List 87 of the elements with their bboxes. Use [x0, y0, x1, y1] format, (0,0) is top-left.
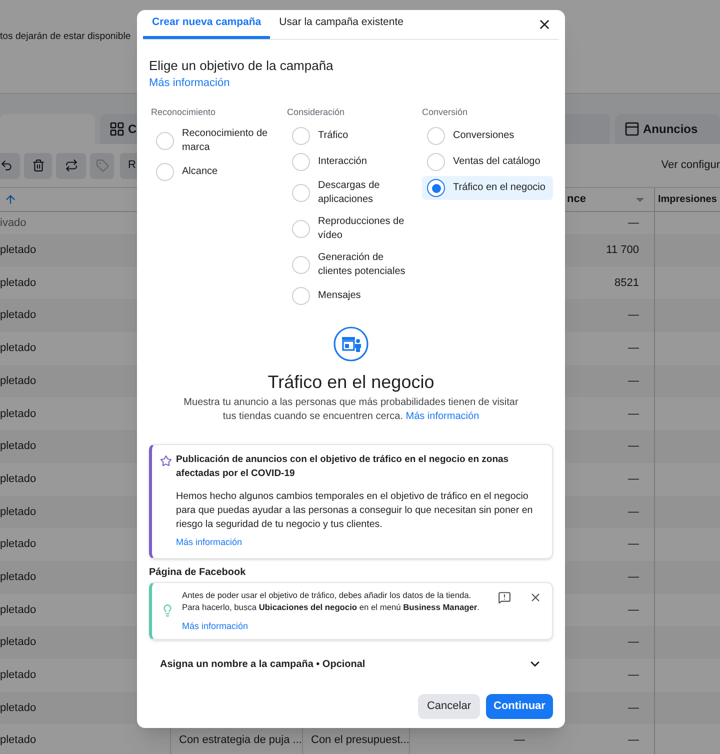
- status-text: pletado: [0, 570, 36, 585]
- tip-text: Antes de poder usar el objetivo de tráfico, debes añadir los datos de la tienda. Para hacerlo, busca Ubicaciones del negocio en el menú Business Manager.: [182, 588, 480, 612]
- swap-button[interactable]: [56, 152, 86, 178]
- objective-option[interactable]: Reconocimiento de marca: [151, 124, 285, 158]
- dialog-tab[interactable]: Usar la campaña existente: [270, 9, 412, 39]
- swap-icon: [64, 159, 78, 172]
- status-text: ivado: [0, 216, 26, 231]
- learn-more-link[interactable]: Más información: [182, 620, 248, 633]
- lightbulb-icon: [161, 604, 174, 616]
- objective-option[interactable]: Conversiones: [422, 124, 553, 148]
- status-text: pletado: [0, 602, 36, 618]
- objective-title: Tráfico en el negocio: [268, 371, 434, 393]
- objective-option[interactable]: Descargas de aplicaciones: [287, 176, 420, 210]
- status-text: pletado: [0, 504, 36, 520]
- notice-body: Hemos hecho algunos cambios temporales en el objetivo de tráfico en el negocio para que puedas ayudar a las personas a conseguir lo que necesitan sin poner en riesgo la seguridad de tu negocio y tus clientes.: [176, 490, 534, 532]
- campaign-name-expander[interactable]: Asigna un nombre a la campaña • Opcional: [149, 652, 553, 676]
- table-cell-text: —: [628, 537, 639, 552]
- learn-more-link[interactable]: Más información: [406, 411, 480, 422]
- table-cell-text: 8521: [614, 276, 639, 291]
- feedback-icon[interactable]: [498, 590, 511, 604]
- status-text: pletado: [0, 341, 36, 356]
- table-cell-text: —: [628, 635, 639, 650]
- objective-option[interactable]: Interacción: [287, 150, 420, 174]
- category-heading: Conversión: [422, 106, 469, 118]
- view-settings-link[interactable]: Ver configur: [661, 157, 720, 174]
- continue-button[interactable]: Continuar: [486, 694, 553, 719]
- table-cell-text: —: [628, 602, 639, 618]
- table-cell-text: —: [628, 341, 639, 356]
- objective-option[interactable]: Ventas del catálogo: [422, 150, 553, 174]
- undo-icon: [0, 159, 13, 172]
- table-cell-text: —: [628, 216, 639, 231]
- status-text: pletado: [0, 406, 36, 422]
- status-text: pletado: [0, 537, 36, 552]
- sort-caret-icon: [636, 198, 644, 202]
- status-text: pletado: [0, 276, 36, 291]
- learn-more-link[interactable]: Más información: [176, 536, 242, 550]
- undo-button[interactable]: [0, 152, 20, 178]
- table-cell-text: —: [628, 668, 639, 684]
- trash-icon: [32, 159, 44, 172]
- status-text: pletado: [0, 439, 36, 454]
- status-text: pletado: [0, 700, 36, 716]
- section-label: Página de Facebook: [149, 566, 247, 580]
- objective-option[interactable]: Tráfico: [287, 124, 420, 148]
- category-heading: Consideración: [287, 106, 346, 118]
- table-cell-text: —: [628, 439, 639, 454]
- objective-option[interactable]: Mensajes: [287, 284, 420, 308]
- status-text: pletado: [0, 308, 36, 324]
- budget-text: Con el presupuest...: [311, 733, 410, 748]
- status-text: pletado: [0, 472, 36, 487]
- table-cell-text: —: [628, 733, 639, 748]
- dialog-tab[interactable]: Crear nueva campaña: [143, 9, 270, 39]
- table-cell-text: —: [628, 308, 639, 324]
- category-heading: Reconocimiento: [151, 106, 217, 118]
- status-text: pletado: [0, 374, 36, 389]
- status-text: pletado: [0, 243, 36, 258]
- tab[interactable]: Anuncios: [615, 114, 720, 144]
- star-icon: [160, 455, 172, 467]
- column-header[interactable]: Impresiones: [655, 188, 720, 211]
- sort-arrow-icon[interactable]: [4, 193, 17, 206]
- tag-icon: [96, 159, 108, 172]
- bid-strategy-text: Con estrategia de puja ...: [179, 733, 302, 748]
- notice-title: Publicación de anuncios con el objetivo de tráfico en el negocio en zonas afectadas por el COVID-19: [176, 453, 510, 481]
- learn-more-link[interactable]: Más información: [149, 75, 230, 92]
- table-cell-text: —: [628, 472, 639, 487]
- grid-icon: [109, 121, 125, 137]
- table-cell-text: —: [628, 504, 639, 520]
- status-text: pletado: [0, 635, 36, 650]
- delete-button[interactable]: [24, 152, 52, 178]
- notice-text: tos dejarán de estar disponible: [0, 30, 131, 44]
- objective-option[interactable]: Generación de clientes potenciales: [287, 248, 420, 282]
- objective-option[interactable]: Tráfico en el negocio: [422, 176, 553, 200]
- table-cell-text: —: [628, 374, 639, 389]
- store-icon: [333, 326, 369, 362]
- table-cell-text: —: [628, 700, 639, 716]
- close-icon[interactable]: [529, 590, 542, 604]
- status-text: pletado: [0, 733, 36, 748]
- table-cell-text: —: [628, 570, 639, 585]
- table-cell-text: —: [628, 406, 639, 422]
- objective-option[interactable]: Alcance: [151, 160, 285, 184]
- objective-option[interactable]: Reproducciones de vídeo: [287, 212, 420, 246]
- status-text: pletado: [0, 668, 36, 684]
- cancel-button[interactable]: Cancelar: [418, 694, 480, 719]
- table-cell-text: —: [514, 733, 525, 748]
- window-icon: [624, 121, 640, 137]
- dialog-title: Elige un objetivo de la campaña: [149, 57, 334, 75]
- objective-description: Muestra tu anuncio a las personas que más probabilidades tienen de visitar tus tiendas cuando se encuentren cerca. Más información: [182, 396, 520, 424]
- table-cell-text: 11 700: [606, 243, 639, 258]
